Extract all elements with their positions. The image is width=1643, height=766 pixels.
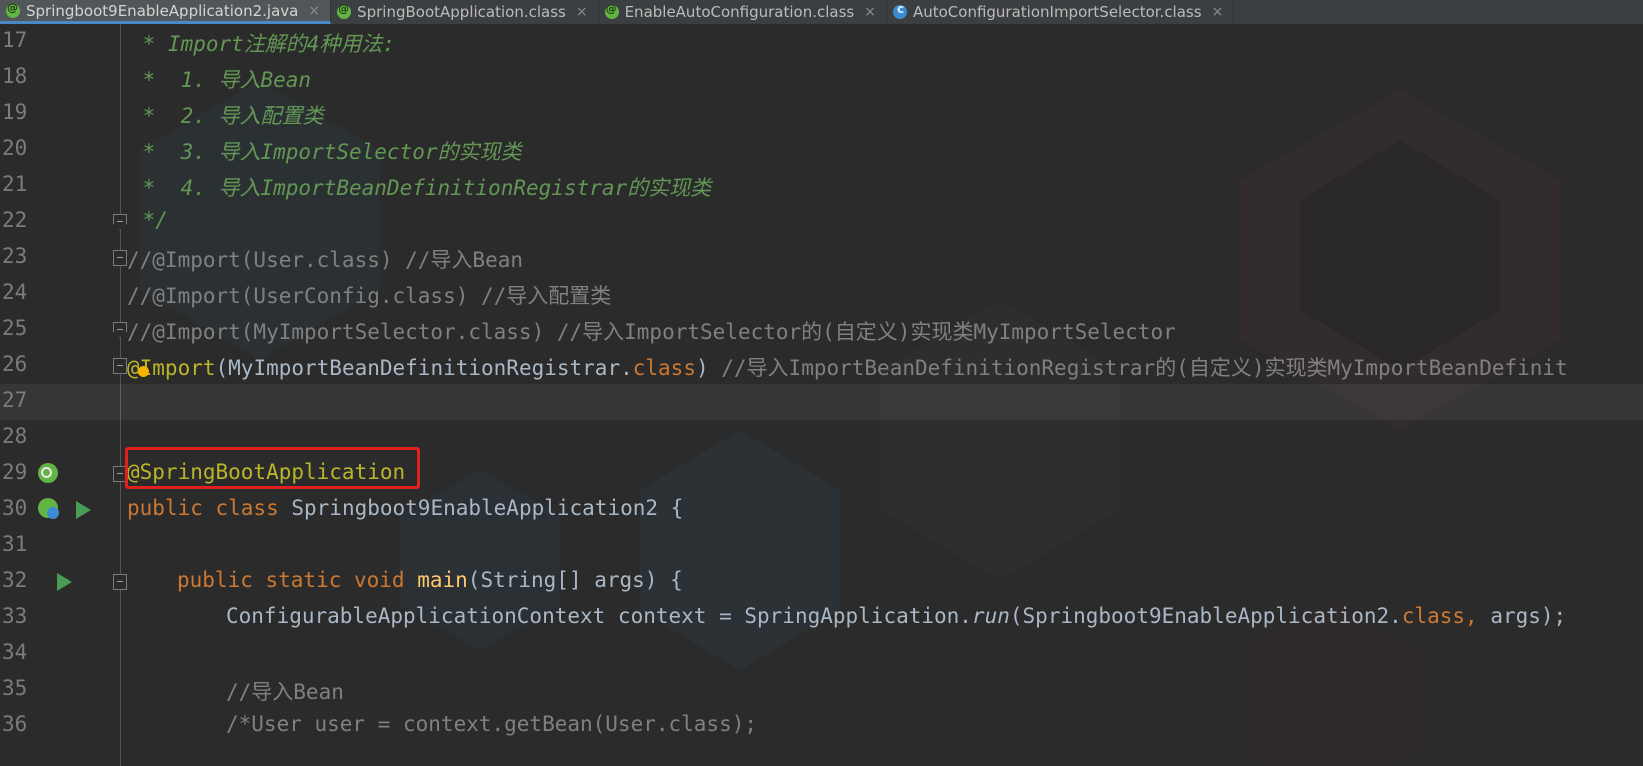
code-token: Springboot9EnableApplication2 { [291,496,684,520]
code-line[interactable]: 23 //@Import(User.class) //导入Bean [0,240,1643,276]
code-line[interactable]: 26 @Import(MyImportBeanDefinitionRegistr… [0,348,1643,384]
spring-annotation-icon [337,2,352,19]
line-text: */ [130,208,168,232]
keyword-token: public class [127,496,292,520]
line-number: 27 [2,388,28,412]
code-token: ) [695,356,722,380]
close-icon[interactable]: × [1212,4,1224,20]
tab-label: AutoConfigurationImportSelector.class [912,3,1202,21]
line-text: @Import(MyImportBeanDefinitionRegistrar.… [127,352,1568,382]
tab-label: Springboot9EnableApplication2.java [26,1,299,20]
tab-springboot9-enable-application2[interactable]: Springboot9EnableApplication2.java × [0,0,332,24]
line-text: //@Import(User.class) //导入Bean [127,248,524,272]
line-text: //导入Bean [226,680,344,704]
line-number: 25 [2,316,28,340]
code-line[interactable]: 36 /*User user = context.getBean(User.cl… [0,708,1643,744]
close-icon[interactable]: × [864,4,876,20]
code-line[interactable]: 30 public class Springboot9EnableApplica… [0,492,1643,528]
line-text: * 3. 导入ImportSelector的实现类 [130,140,522,164]
code-editor[interactable]: 17 * Import注解的4种用法: 18 * 1. 导入Bean 19 * … [0,24,1643,766]
code-line[interactable]: 35 //导入Bean [0,672,1643,708]
line-number: 24 [2,280,28,304]
close-icon[interactable]: × [308,3,320,19]
line-number: 22 [2,208,28,232]
comment-token: //导入ImportBeanDefinitionRegistrar的(自定义)实… [721,356,1568,380]
tab-spring-boot-application-class[interactable]: SpringBootApplication.class × [331,0,599,24]
keyword-token: class [632,356,696,380]
fold-icon[interactable] [113,358,127,374]
line-text: ConfigurableApplicationContext context =… [226,604,1566,628]
code-line[interactable]: 25 //@Import(MyImportSelector.class) //导… [0,312,1643,348]
line-number: 30 [2,496,28,520]
tab-label: SpringBootApplication.class [357,3,566,21]
fold-icon[interactable] [113,574,127,590]
code-line[interactable]: 33 ConfigurableApplicationContext contex… [0,600,1643,636]
line-text: public static void main(String[] args) { [177,568,683,592]
line-number: 28 [2,424,28,448]
code-token: args); [1490,604,1567,628]
tab-label: EnableAutoConfiguration.class [624,3,855,21]
code-line[interactable]: 22 */ [0,204,1643,240]
line-text: /*User user = context.getBean(User.class… [226,712,758,736]
code-line[interactable]: 31 [0,528,1643,564]
code-token: (Springboot9EnableApplication2. [1009,604,1402,628]
run-icon[interactable] [57,573,72,591]
line-text: //@Import(MyImportSelector.class) //导入Im… [127,320,1176,344]
code-token: ConfigurableApplicationContext context =… [226,604,972,628]
code-line[interactable]: 32 public static void main(String[] args… [0,564,1643,600]
keyword-token: public static void [177,568,418,592]
run-icon[interactable] [76,501,91,519]
tab-auto-configuration-import-selector-class[interactable]: AutoConfigurationImportSelector.class × [887,0,1235,24]
line-number: 18 [2,64,28,88]
line-text: * 1. 导入Bean [130,68,312,92]
line-number: 21 [2,172,28,196]
code-token: (MyImportBeanDefinitionRegistrar. [215,356,633,380]
line-number: 17 [2,28,28,52]
keyword-token: class, [1401,604,1491,628]
code-line[interactable]: 17 * Import注解的4种用法: [0,24,1643,60]
line-number: 35 [2,676,28,700]
code-line[interactable]: 19 * 2. 导入配置类 [0,96,1643,132]
code-line[interactable]: 18 * 1. 导入Bean [0,60,1643,96]
line-text: //@Import(UserConfig.class) //导入配置类 [127,284,612,308]
method-token: run [971,604,1010,628]
spring-annotation-icon [604,2,619,19]
spring-java-icon [6,1,20,18]
close-icon[interactable]: × [576,4,588,20]
line-number: 34 [2,640,28,664]
line-number: 33 [2,604,28,628]
line-number: 32 [2,568,28,592]
fold-icon[interactable] [113,214,127,230]
code-line[interactable]: 34 [0,636,1643,672]
spring-bean-icon[interactable] [38,498,59,519]
line-number: 20 [2,136,28,160]
fold-icon[interactable] [113,322,127,338]
annotation-highlight-box [125,447,420,489]
line-number: 23 [2,244,28,268]
code-line[interactable]: 20 * 3. 导入ImportSelector的实现类 [0,132,1643,168]
lightbulb-icon[interactable] [138,366,149,377]
line-number: 36 [2,712,28,736]
class-icon [892,2,907,19]
spring-search-icon[interactable] [38,463,58,483]
line-number: 26 [2,352,28,376]
fold-icon[interactable] [113,250,127,266]
code-line-current[interactable]: 27 [0,384,1643,420]
line-text: * 2. 导入配置类 [130,104,324,128]
tab-enable-auto-configuration-class[interactable]: EnableAutoConfiguration.class × [599,0,887,24]
code-line[interactable]: 24 //@Import(UserConfig.class) //导入配置类 [0,276,1643,312]
line-number: 29 [2,460,28,484]
code-line[interactable]: 21 * 4. 导入ImportBeanDefinitionRegistrar的… [0,168,1643,204]
line-number: 19 [2,100,28,124]
method-token: main [417,568,468,592]
editor-tab-bar: Springboot9EnableApplication2.java × Spr… [0,0,1643,25]
line-text: public class Springboot9EnableApplicatio… [127,496,683,520]
line-text: * 4. 导入ImportBeanDefinitionRegistrar的实现类 [130,176,712,200]
code-token: (String[] args) { [467,568,683,592]
line-text: * Import注解的4种用法: [130,32,396,56]
line-number: 31 [2,532,28,556]
